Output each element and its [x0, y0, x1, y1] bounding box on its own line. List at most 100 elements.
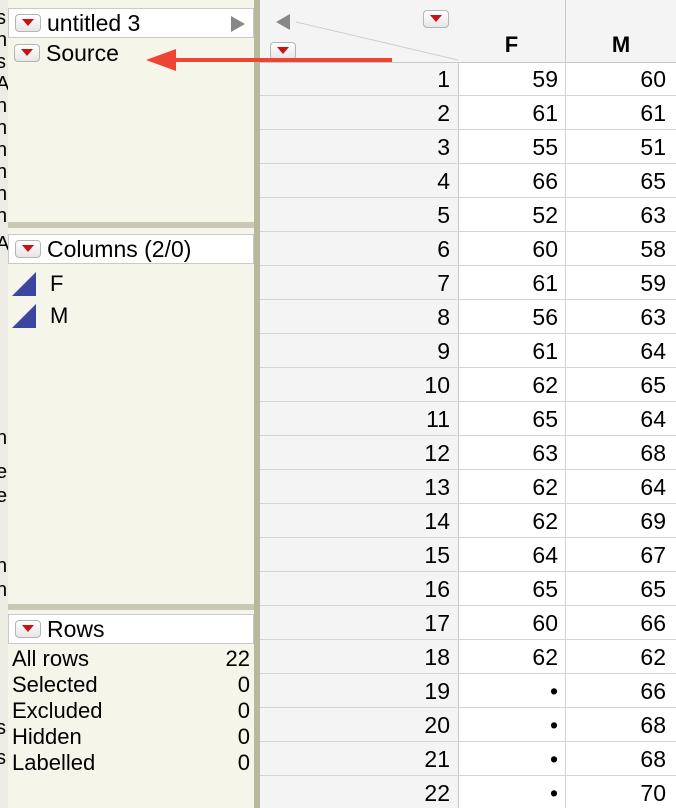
column-header-m[interactable]: M — [566, 0, 676, 62]
cell-m[interactable]: 68 — [566, 746, 666, 773]
table-row[interactable]: 18 62 62 — [260, 640, 676, 674]
table-row[interactable]: 15 64 67 — [260, 538, 676, 572]
cell-f[interactable]: 61 — [458, 100, 558, 127]
cell-m[interactable]: 66 — [566, 610, 666, 637]
source-hotspot-button[interactable] — [14, 44, 40, 62]
cell-m[interactable]: 64 — [566, 406, 666, 433]
row-number[interactable]: 18 — [260, 644, 450, 671]
row-hotspot-button[interactable] — [270, 42, 296, 60]
row-number[interactable]: 1 — [260, 66, 450, 93]
table-row[interactable]: 6 60 58 — [260, 232, 676, 266]
cell-f[interactable]: 64 — [458, 542, 558, 569]
row-number[interactable]: 7 — [260, 270, 450, 297]
source-item[interactable]: Source — [8, 38, 158, 68]
table-hotspot-button[interactable] — [15, 14, 41, 32]
table-row[interactable]: 7 61 59 — [260, 266, 676, 300]
cell-m[interactable]: 63 — [566, 202, 666, 229]
cell-f[interactable]: 65 — [458, 576, 558, 603]
cell-f[interactable]: 60 — [458, 236, 558, 263]
cell-f[interactable]: 60 — [458, 610, 558, 637]
cell-f[interactable]: • — [458, 780, 558, 807]
row-number[interactable]: 5 — [260, 202, 450, 229]
cell-f[interactable]: • — [458, 712, 558, 739]
table-row[interactable]: 4 66 65 — [260, 164, 676, 198]
table-row[interactable]: 13 62 64 — [260, 470, 676, 504]
row-number[interactable]: 4 — [260, 168, 450, 195]
cell-m[interactable]: 65 — [566, 168, 666, 195]
row-number[interactable]: 13 — [260, 474, 450, 501]
row-number[interactable]: 21 — [260, 746, 450, 773]
cell-m[interactable]: 51 — [566, 134, 666, 161]
row-number[interactable]: 19 — [260, 678, 450, 705]
cell-m[interactable]: 65 — [566, 372, 666, 399]
row-number[interactable]: 6 — [260, 236, 450, 263]
cell-m[interactable]: 70 — [566, 780, 666, 807]
cell-m[interactable]: 63 — [566, 304, 666, 331]
row-number[interactable]: 12 — [260, 440, 450, 467]
cell-f[interactable]: 65 — [458, 406, 558, 433]
table-row[interactable]: 19 • 66 — [260, 674, 676, 708]
row-number[interactable]: 17 — [260, 610, 450, 637]
row-number[interactable]: 16 — [260, 576, 450, 603]
table-row[interactable]: 11 65 64 — [260, 402, 676, 436]
table-row[interactable]: 10 62 65 — [260, 368, 676, 402]
table-row[interactable]: 1 59 60 — [260, 62, 676, 96]
cell-f[interactable]: 62 — [458, 474, 558, 501]
column-header-f[interactable]: F — [458, 0, 566, 62]
cell-f[interactable]: 62 — [458, 644, 558, 671]
row-number[interactable]: 20 — [260, 712, 450, 739]
columns-hotspot-button[interactable] — [15, 240, 41, 258]
cell-m[interactable]: 67 — [566, 542, 666, 569]
table-name-header[interactable]: untitled 3 — [8, 8, 254, 38]
table-row[interactable]: 17 60 66 — [260, 606, 676, 640]
table-row[interactable]: 16 65 65 — [260, 572, 676, 606]
cell-f[interactable]: 59 — [458, 66, 558, 93]
table-row[interactable]: 9 61 64 — [260, 334, 676, 368]
table-row[interactable]: 5 52 63 — [260, 198, 676, 232]
cell-m[interactable]: 58 — [566, 236, 666, 263]
column-hotspot-button[interactable] — [423, 10, 449, 28]
row-number[interactable]: 11 — [260, 406, 450, 433]
column-list-item-m[interactable]: M — [12, 302, 68, 330]
table-row[interactable]: 21 • 68 — [260, 742, 676, 776]
table-row[interactable]: 3 55 51 — [260, 130, 676, 164]
cell-f[interactable]: • — [458, 746, 558, 773]
cell-f[interactable]: 62 — [458, 372, 558, 399]
cell-f[interactable]: 61 — [458, 270, 558, 297]
row-number[interactable]: 22 — [260, 780, 450, 807]
cell-m[interactable]: 59 — [566, 270, 666, 297]
cell-f[interactable]: 66 — [458, 168, 558, 195]
cell-m[interactable]: 68 — [566, 440, 666, 467]
cell-m[interactable]: 68 — [566, 712, 666, 739]
panel-divider[interactable] — [8, 604, 258, 610]
cell-m[interactable]: 64 — [566, 338, 666, 365]
cell-f[interactable]: 52 — [458, 202, 558, 229]
row-number[interactable]: 15 — [260, 542, 450, 569]
cell-f[interactable]: • — [458, 678, 558, 705]
cell-m[interactable]: 64 — [566, 474, 666, 501]
table-row[interactable]: 8 56 63 — [260, 300, 676, 334]
table-row[interactable]: 2 61 61 — [260, 96, 676, 130]
row-number[interactable]: 2 — [260, 100, 450, 127]
cell-m[interactable]: 66 — [566, 678, 666, 705]
cell-f[interactable]: 63 — [458, 440, 558, 467]
row-number[interactable]: 10 — [260, 372, 450, 399]
cell-f[interactable]: 61 — [458, 338, 558, 365]
table-row[interactable]: 22 • 70 — [260, 776, 676, 808]
row-number[interactable]: 14 — [260, 508, 450, 535]
cell-f[interactable]: 62 — [458, 508, 558, 535]
expand-right-icon[interactable] — [231, 16, 245, 32]
cell-f[interactable]: 55 — [458, 134, 558, 161]
cell-m[interactable]: 60 — [566, 66, 666, 93]
rows-header[interactable]: Rows — [8, 614, 254, 644]
cell-f[interactable]: 56 — [458, 304, 558, 331]
row-number[interactable]: 3 — [260, 134, 450, 161]
panel-divider[interactable] — [8, 222, 258, 228]
table-row[interactable]: 20 • 68 — [260, 708, 676, 742]
cell-m[interactable]: 62 — [566, 644, 666, 671]
table-row[interactable]: 12 63 68 — [260, 436, 676, 470]
row-number[interactable]: 9 — [260, 338, 450, 365]
column-list-item-f[interactable]: F — [12, 270, 63, 298]
cell-m[interactable]: 69 — [566, 508, 666, 535]
cell-m[interactable]: 65 — [566, 576, 666, 603]
